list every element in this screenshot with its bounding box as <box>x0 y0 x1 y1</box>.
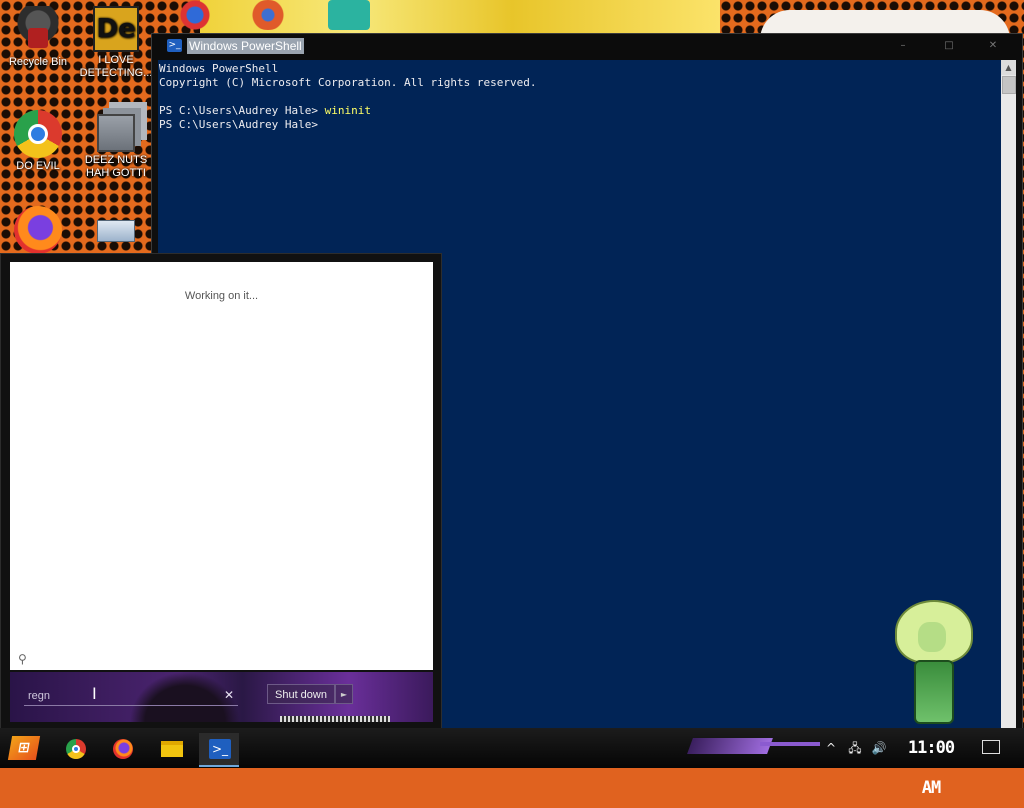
console-line: Windows PowerShell <box>159 62 279 75</box>
mascot-face <box>918 622 946 652</box>
desktop-icon-firefox[interactable] <box>0 206 78 256</box>
recycle-bin-icon <box>14 6 62 54</box>
taskbar-decoration <box>687 738 773 754</box>
footer-decoration <box>280 716 390 722</box>
chrome-icon <box>66 739 86 759</box>
vertical-scrollbar[interactable]: ▲ <box>1001 60 1016 732</box>
entered-command: wininit <box>324 104 371 117</box>
firefox-icon <box>14 206 62 254</box>
windows-logo-icon: ⊞ <box>7 736 41 760</box>
desktop-icon-network[interactable] <box>76 210 156 244</box>
action-center-icon[interactable] <box>982 740 1000 754</box>
partial-desktop-icon[interactable] <box>248 0 288 30</box>
text-cursor-icon: I <box>92 684 97 703</box>
desktop-mascot <box>892 600 973 728</box>
partial-desktop-icon[interactable] <box>328 0 370 30</box>
show-hidden-icons-chevron-icon[interactable]: ^ <box>824 728 838 768</box>
start-menu[interactable]: Working on it... ⚲ ✕ I Shut down ► <box>0 253 442 730</box>
stacked-windows-icon <box>97 114 135 152</box>
de-app-icon: De <box>93 6 139 52</box>
console-line: PS C:\Users\Audrey Hale> wininit <box>159 104 1001 118</box>
window-title: Windows PowerShell <box>187 38 304 54</box>
clear-search-icon[interactable]: ✕ <box>222 686 236 704</box>
start-menu-footer: ✕ I Shut down ► <box>10 672 433 722</box>
network-icon[interactable]: 🖧 <box>846 728 864 768</box>
desktop-icon-label: I LOVE DETECTING... <box>79 54 153 79</box>
folder-icon <box>161 741 183 757</box>
taskbar-powershell[interactable]: >_ <box>199 733 239 767</box>
shutdown-button[interactable]: Shut down <box>267 684 335 704</box>
search-icon: ⚲ <box>18 652 27 666</box>
maximize-button[interactable]: □ <box>934 38 964 54</box>
taskbar-file-explorer[interactable] <box>151 733 191 765</box>
desktop-icon-label: DO EVIL <box>16 160 60 172</box>
desktop-icon-deez-nuts[interactable]: DEEZ NUTS HAH GOTTI <box>76 110 156 180</box>
taskbar: ⊞ >_ ^ 🖧 🔊 11:00 AM <box>0 728 1024 798</box>
taskbar-decoration <box>760 742 820 746</box>
powershell-icon: >_ <box>167 39 182 52</box>
scroll-thumb[interactable] <box>1002 76 1016 94</box>
chrome-icon <box>14 110 62 158</box>
desktop-icon-i-love-detecting[interactable]: De I LOVE DETECTING... <box>76 6 156 80</box>
desktop-icon-label: Recycle Bin <box>8 56 68 68</box>
start-button[interactable]: ⊞ <box>7 734 41 762</box>
console-line: Copyright (C) Microsoft Corporation. All… <box>159 76 537 89</box>
partial-desktop-icon[interactable] <box>175 0 215 30</box>
scroll-up-arrow-icon[interactable]: ▲ <box>1001 60 1016 75</box>
console-line: PS C:\Users\Audrey Hale> <box>159 118 325 131</box>
taskbar-chrome[interactable] <box>56 733 96 765</box>
desktop-icon-label: DEEZ NUTS HAH GOTTI <box>84 154 148 179</box>
prompt: PS C:\Users\Audrey Hale> <box>159 104 325 117</box>
search-status: Working on it... <box>184 290 259 302</box>
close-button[interactable]: ✕ <box>978 38 1008 54</box>
minimize-button[interactable]: – <box>888 38 918 54</box>
desktop-icon-do-evil[interactable]: DO EVIL <box>0 110 78 173</box>
mascot-body <box>914 660 954 724</box>
search-results-pane: Working on it... ⚲ <box>10 262 433 670</box>
taskbar-clock[interactable]: 11:00 AM <box>896 728 966 798</box>
shutdown-options-arrow-icon[interactable]: ► <box>335 684 353 704</box>
firefox-icon <box>113 739 133 759</box>
desktop-icon-recycle-bin[interactable]: Recycle Bin <box>0 6 78 69</box>
start-search-input[interactable] <box>24 686 238 706</box>
taskbar-firefox[interactable] <box>103 733 143 765</box>
powershell-titlebar[interactable]: >_ Windows PowerShell – □ ✕ <box>152 34 1022 60</box>
powershell-icon: >_ <box>209 739 231 759</box>
volume-icon[interactable]: 🔊 <box>870 728 888 768</box>
network-icon <box>97 220 135 242</box>
